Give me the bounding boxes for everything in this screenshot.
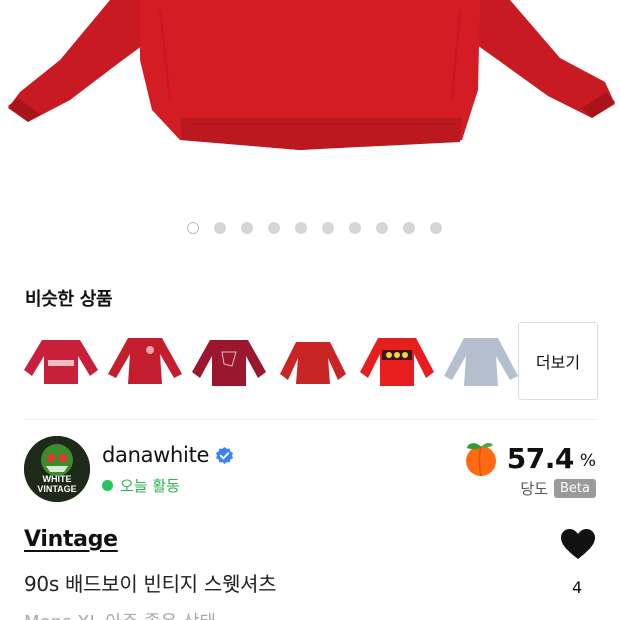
pagination-dot[interactable]: [294, 222, 307, 234]
pagination-dot[interactable]: [240, 222, 253, 234]
sweetness-label-row: 당도 Beta: [520, 478, 596, 499]
pagination-dot[interactable]: [402, 222, 415, 234]
section-divider: [25, 419, 597, 420]
pagination-dot[interactable]: [213, 222, 226, 234]
like-count: 4: [572, 578, 583, 597]
seller-activity: 오늘 활동: [102, 475, 180, 496]
score-value: 57.4: [506, 441, 575, 475]
pagination-dot[interactable]: [348, 222, 361, 234]
more-similar-button[interactable]: 더보기: [518, 322, 598, 400]
peach-icon: [465, 442, 496, 477]
seller-avatar[interactable]: WHITE VINTAGE: [24, 436, 90, 502]
seller-name[interactable]: danawhite: [102, 443, 209, 467]
like-heart-icon[interactable]: [560, 528, 596, 560]
product-subtitle: Mens XL 아주 좋은 상태: [24, 608, 216, 620]
avatar-text-1: WHITE: [43, 474, 72, 484]
pagination-dot[interactable]: [321, 222, 334, 234]
activity-label: 오늘 활동: [120, 477, 180, 495]
pagination-dot[interactable]: [186, 222, 199, 234]
similar-product-thumb[interactable]: [22, 322, 100, 400]
beta-badge: Beta: [554, 479, 596, 498]
similar-product-thumb[interactable]: [274, 322, 352, 400]
sweatshirt-thumb-1: [24, 340, 98, 384]
pagination-dot[interactable]: [429, 222, 442, 234]
score-unit: %: [579, 451, 596, 471]
image-pagination[interactable]: [0, 222, 620, 234]
online-status-dot: [102, 480, 113, 491]
brand-link[interactable]: Vintage: [24, 527, 118, 552]
sweetness-label: 당도: [520, 480, 549, 498]
verified-badge-icon: [216, 446, 234, 464]
avatar-text-2: VINTAGE: [37, 484, 76, 494]
product-title: 90s 배드보이 빈티지 스웻셔츠: [24, 572, 277, 596]
similar-product-thumb[interactable]: [442, 322, 520, 400]
product-main-image[interactable]: [0, 0, 620, 205]
similar-product-thumb[interactable]: [358, 322, 436, 400]
similar-products-title: 비슷한 상품: [25, 289, 113, 310]
pagination-dot[interactable]: [375, 222, 388, 234]
similar-product-thumb[interactable]: [190, 322, 268, 400]
similar-products-row: 더보기: [22, 322, 598, 400]
similar-product-thumb[interactable]: [106, 322, 184, 400]
seller-name-row[interactable]: danawhite: [102, 443, 234, 467]
pagination-dot[interactable]: [267, 222, 280, 234]
sweetness-score[interactable]: 57.4 %: [461, 438, 596, 478]
